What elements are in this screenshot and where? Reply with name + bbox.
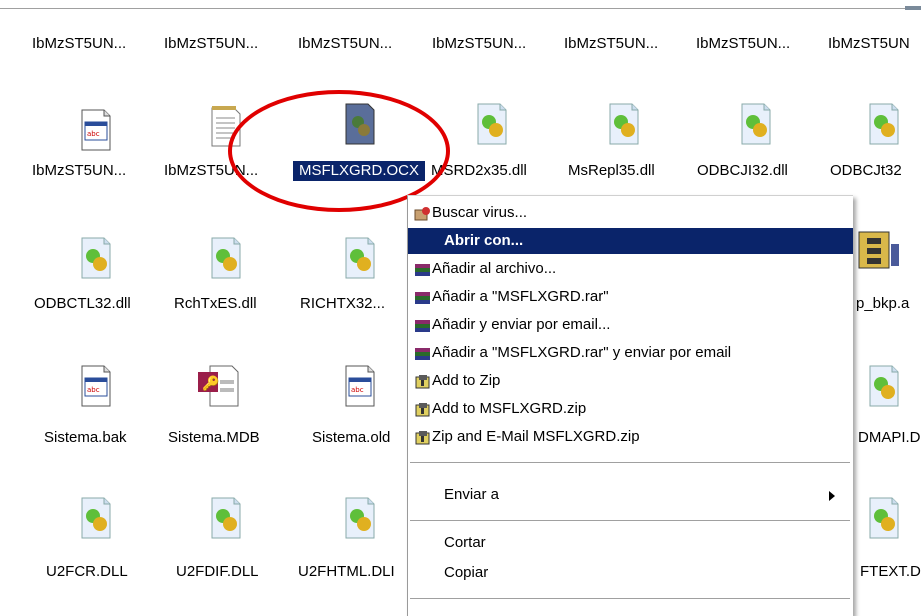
file-label[interactable]: IbMzST5UN... — [696, 34, 790, 54]
file-label[interactable]: IbMzST5UN... — [298, 34, 392, 54]
selected-file-label[interactable]: MSFLXGRD.OCX — [293, 161, 425, 181]
file-label[interactable]: RICHTX32... — [300, 294, 385, 314]
highlight-circle — [228, 90, 450, 212]
file-label[interactable]: Sistema.old — [312, 428, 390, 448]
menu-item-cortar[interactable]: Cortar — [408, 530, 853, 556]
svg-text:abc: abc — [351, 386, 364, 394]
file-label[interactable]: MSRD2x35.dll — [431, 161, 527, 181]
dll-gear-icon[interactable] — [208, 236, 244, 280]
dll-gear-icon[interactable] — [342, 496, 378, 540]
svg-text:abc: abc — [87, 130, 100, 138]
window-corner — [905, 6, 921, 10]
file-label[interactable]: p_bkp.a — [856, 294, 909, 314]
menu-item-anadir-rar[interactable]: Añadir a "MSFLXGRD.rar" — [408, 284, 853, 310]
file-label[interactable]: MsRepl35.dll — [568, 161, 655, 181]
file-label[interactable]: ODBCJI32.dll — [697, 161, 788, 181]
file-label[interactable]: U2FHTML.DLI — [298, 562, 395, 582]
dll-gear-icon[interactable] — [78, 496, 114, 540]
menu-item-abrir-con[interactable]: Abrir con... — [408, 228, 853, 254]
file-label[interactable]: IbMzST5UN — [828, 34, 910, 54]
file-label[interactable]: ODBCJt32 — [830, 161, 902, 181]
dll-gear-icon[interactable] — [342, 236, 378, 280]
antivirus-icon — [414, 205, 431, 221]
file-label[interactable]: RchTxES.dll — [174, 294, 257, 314]
winrar-books-icon — [414, 289, 431, 305]
access-db-icon[interactable]: 🔑 — [196, 364, 240, 408]
zip-icon — [414, 401, 431, 417]
winrar-books-icon — [414, 261, 431, 277]
window-file-icon[interactable]: abc — [78, 364, 114, 408]
zip-icon — [414, 429, 431, 445]
context-menu: Buscar virus... Abrir con... Añadir al a… — [407, 195, 853, 616]
file-label[interactable]: IbMzST5UN... — [164, 161, 258, 181]
file-label[interactable]: IbMzST5UN... — [564, 34, 658, 54]
window-file-icon[interactable]: abc — [342, 364, 378, 408]
dll-gear-icon[interactable] — [866, 496, 902, 540]
winrar-books-icon — [414, 317, 431, 333]
menu-item-copiar[interactable]: Copiar — [408, 560, 853, 586]
dll-gear-icon[interactable] — [208, 496, 244, 540]
menu-item-anadir-archivo[interactable]: Añadir al archivo... — [408, 256, 853, 282]
menu-item-buscar-virus[interactable]: Buscar virus... — [408, 200, 853, 226]
file-label[interactable]: ODBCTL32.dll — [34, 294, 131, 314]
winrar-books-icon — [414, 345, 431, 361]
svg-text:🔑: 🔑 — [202, 374, 220, 392]
file-label[interactable]: Sistema.MDB — [168, 428, 260, 448]
menu-separator — [410, 598, 850, 599]
archive-icon[interactable] — [855, 226, 905, 276]
svg-text:abc: abc — [87, 386, 100, 394]
file-label[interactable]: Sistema.bak — [44, 428, 127, 448]
menu-item-anadir-enviar[interactable]: Añadir y enviar por email... — [408, 312, 853, 338]
top-divider — [0, 8, 905, 9]
file-label[interactable]: U2FCR.DLL — [46, 562, 128, 582]
dll-gear-icon[interactable] — [866, 102, 902, 146]
window-file-icon[interactable]: abc — [78, 108, 114, 152]
dll-gear-icon[interactable] — [78, 236, 114, 280]
file-label[interactable]: IbMzST5UN... — [432, 34, 526, 54]
file-label[interactable]: IbMzST5UN... — [32, 34, 126, 54]
file-label[interactable]: FTEXT.D — [860, 562, 921, 582]
file-label[interactable]: IbMzST5UN... — [32, 161, 126, 181]
dll-gear-icon[interactable] — [342, 102, 378, 146]
menu-separator — [410, 462, 850, 463]
menu-item-anadir-rar-enviar[interactable]: Añadir a "MSFLXGRD.rar" y enviar por ema… — [408, 340, 853, 366]
zip-icon — [414, 373, 431, 389]
menu-item-zip-email[interactable]: Zip and E-Mail MSFLXGRD.zip — [408, 424, 853, 450]
menu-item-add-to-msflxgrd-zip[interactable]: Add to MSFLXGRD.zip — [408, 396, 853, 422]
file-label[interactable]: U2FDIF.DLL — [176, 562, 259, 582]
menu-item-enviar-a[interactable]: Enviar a — [408, 482, 853, 508]
dll-gear-icon[interactable] — [738, 102, 774, 146]
menu-separator — [410, 520, 850, 521]
file-label[interactable]: DMAPI.D — [858, 428, 921, 448]
dll-gear-icon[interactable] — [606, 102, 642, 146]
dll-gear-icon[interactable] — [474, 102, 510, 146]
menu-item-add-to-zip[interactable]: Add to Zip — [408, 368, 853, 394]
notepad-icon[interactable] — [208, 104, 244, 148]
submenu-arrow-icon — [829, 491, 835, 501]
dll-gear-icon[interactable] — [866, 364, 902, 408]
file-label[interactable]: IbMzST5UN... — [164, 34, 258, 54]
